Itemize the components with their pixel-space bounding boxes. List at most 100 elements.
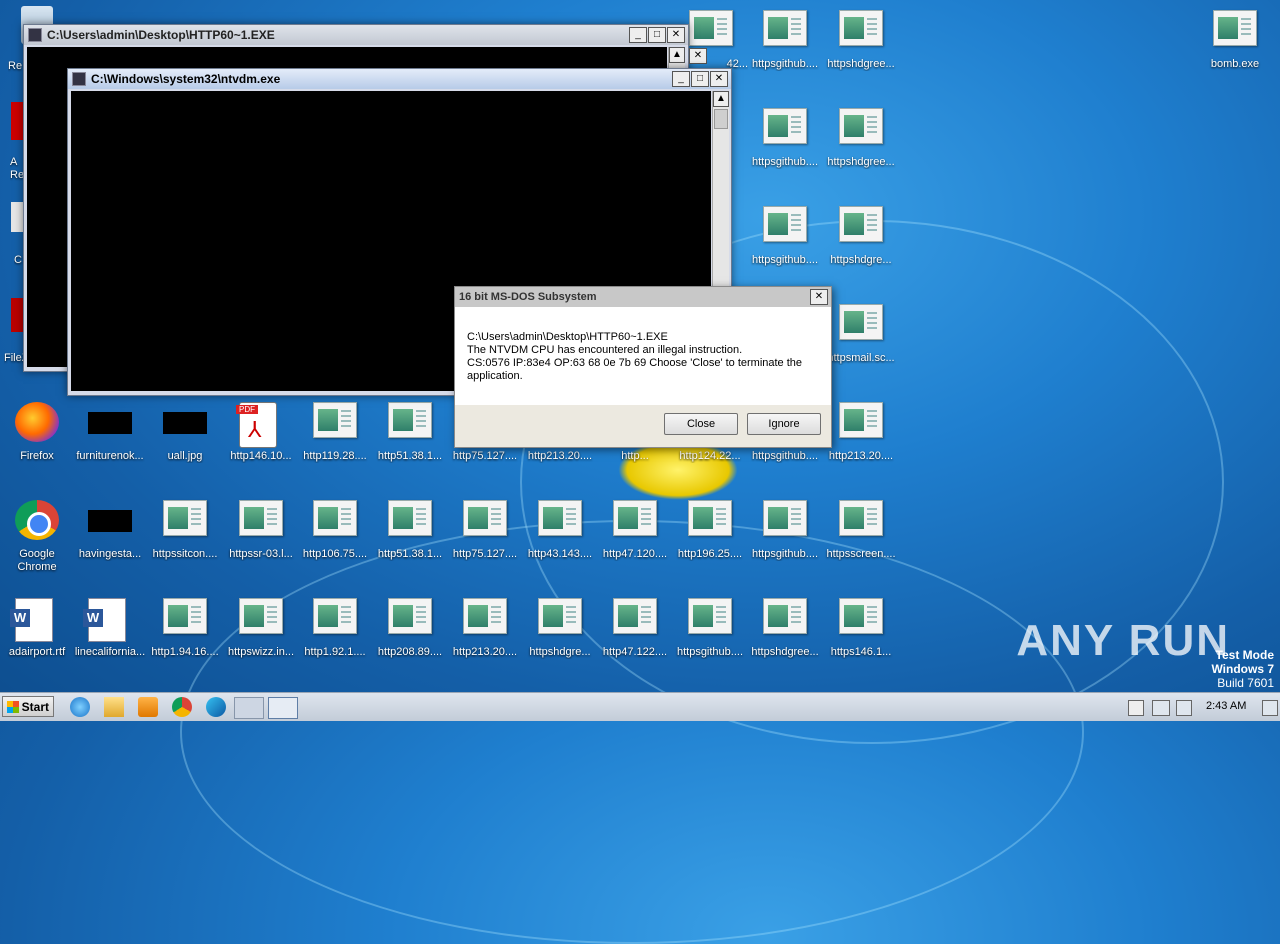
desktop-icon-html[interactable]: http1.94.16.... <box>148 596 222 680</box>
ie-icon[interactable] <box>70 697 90 717</box>
desktop-icon-html[interactable]: http47.122.... <box>598 596 672 680</box>
show-desktop-button[interactable] <box>1262 700 1278 716</box>
desktop-icon-html[interactable]: http196.25.... <box>673 498 747 582</box>
flag-icon[interactable] <box>1128 700 1144 716</box>
desktop-icon-html[interactable]: httpswizz.in... <box>224 596 298 680</box>
maximize-button[interactable]: □ <box>691 71 709 87</box>
desktop-icon-html[interactable]: http43.143.... <box>523 498 597 582</box>
desktop-icon-pdf[interactable]: PDF ⅄ http146.10... <box>224 400 298 484</box>
desktop-icon-html[interactable]: httpsgithub.... <box>748 106 822 190</box>
desktop-icon-word[interactable]: Wlinecalifornia... <box>73 596 147 680</box>
close-button[interactable]: ✕ <box>689 48 707 64</box>
window-controls: _ □ ✕ <box>629 27 685 43</box>
desktop-icon-black[interactable]: furniturenok... <box>73 400 147 484</box>
console-taskbar-icon[interactable] <box>268 697 298 719</box>
desktop-icon-html[interactable]: httpshdgre... <box>824 204 898 288</box>
desktop-icon-html[interactable]: httpssitcon.... <box>148 498 222 582</box>
html-file-icon <box>839 598 883 638</box>
start-button[interactable]: Start <box>2 696 54 717</box>
html-file-icon <box>163 598 207 638</box>
desktop-icon-black[interactable]: havingesta... <box>73 498 147 582</box>
edge-icon[interactable] <box>206 697 226 717</box>
html-file-icon <box>839 304 883 344</box>
scroll-up-button[interactable]: ▲ <box>713 91 729 107</box>
dialog-message: C:\Users\admin\Desktop\HTTP60~1.EXE The … <box>455 307 831 405</box>
taskbar: Start 2:43 AM <box>0 692 1280 721</box>
html-file-icon <box>239 500 283 540</box>
explorer-icon[interactable] <box>104 697 124 717</box>
desktop-icon-html[interactable]: httpshdgree... <box>748 596 822 680</box>
html-file-icon <box>688 500 732 540</box>
close-button[interactable]: Close <box>664 413 738 435</box>
dialog-title[interactable]: 16 bit MS-DOS Subsystem <box>455 287 831 307</box>
desktop-icon-html[interactable]: http119.28.... <box>298 400 372 484</box>
html-file-icon <box>388 598 432 638</box>
chrome-icon[interactable] <box>172 697 192 717</box>
html-file-icon <box>313 598 357 638</box>
desktop-icon-html[interactable]: httpsgithub.... <box>673 596 747 680</box>
desktop-icon-html[interactable]: httpsgithub.... <box>748 8 822 92</box>
window-titlebar[interactable]: C:\Windows\system32\ntvdm.exe <box>68 69 731 89</box>
dialog-line-path: C:\Users\admin\Desktop\HTTP60~1.EXE <box>467 331 668 343</box>
anyrun-watermark: ANY RUN <box>1016 616 1230 665</box>
desktop-icon-html[interactable]: http106.75.... <box>298 498 372 582</box>
image-file-icon <box>163 402 207 442</box>
ignore-button[interactable]: Ignore <box>747 413 821 435</box>
desktop-icon-html[interactable]: http213.20.... <box>824 400 898 484</box>
desktop-icon-html[interactable]: httpsgithub.... <box>748 498 822 582</box>
desktop-icon-html[interactable]: http213.20.... <box>448 596 522 680</box>
html-file-icon <box>839 108 883 148</box>
scroll-up-button[interactable]: ▲ <box>669 47 685 63</box>
desktop-icon-html[interactable]: http1.92.1.... <box>298 596 372 680</box>
close-button[interactable]: ✕ <box>667 27 685 43</box>
window-title: C:\Users\admin\Desktop\HTTP60~1.EXE <box>47 28 275 42</box>
desktop-icon-html[interactable]: http47.120.... <box>598 498 672 582</box>
html-file-icon <box>689 10 733 50</box>
test-mode-line: Test Mode <box>1215 648 1274 662</box>
desktop-icon-html[interactable]: httpshdgre... <box>523 596 597 680</box>
desktop-icon-html[interactable]: httpsmail.sc... <box>824 302 898 386</box>
desktop-icon-html[interactable]: http75.127.... <box>448 498 522 582</box>
html-file-icon <box>839 402 883 442</box>
desktop-icon-firefox[interactable]: Firefox <box>0 400 74 484</box>
console-icon <box>72 72 86 86</box>
desktop-icon-html[interactable]: http51.38.1... <box>373 400 447 484</box>
html-file-icon <box>763 10 807 50</box>
desktop-icon-html[interactable]: http51.38.1... <box>373 498 447 582</box>
error-dialog[interactable]: 16 bit MS-DOS Subsystem ✕ C:\Users\admin… <box>454 286 832 448</box>
scroll-thumb[interactable] <box>714 109 728 129</box>
minimize-button[interactable]: _ <box>672 71 690 87</box>
desktop-icon-black[interactable]: uall.jpg <box>148 400 222 484</box>
desktop-icon-html[interactable]: httpssr-03.l... <box>224 498 298 582</box>
desktop-icon-html[interactable]: httpsgithub.... <box>748 204 822 288</box>
maximize-button[interactable]: □ <box>648 27 666 43</box>
minimize-button[interactable]: _ <box>629 27 647 43</box>
chrome-center-icon <box>27 512 51 536</box>
media-player-icon[interactable] <box>138 697 158 717</box>
firefox-icon <box>15 402 59 442</box>
html-file-icon <box>688 598 732 638</box>
desktop-icon-chrome[interactable]: Google Chrome <box>0 498 74 582</box>
ntvdm-taskbar-icon[interactable] <box>234 697 264 719</box>
html-file-icon <box>613 598 657 638</box>
html-file-icon <box>388 500 432 540</box>
dialog-close-icon[interactable]: ✕ <box>810 289 828 305</box>
desktop-icon-adairport[interactable]: W adairport.rtf <box>0 596 74 680</box>
clock[interactable]: 2:43 AM <box>1206 700 1246 712</box>
close-button[interactable]: ✕ <box>710 71 728 87</box>
desktop-icon-html[interactable]: httpsscreen.... <box>824 498 898 582</box>
word-doc-icon: W <box>10 598 59 642</box>
desktop-icon-html[interactable]: httpshdgree... <box>824 8 898 92</box>
network-icon[interactable] <box>1152 700 1170 716</box>
desktop-icon-html[interactable]: https146.1... <box>824 596 898 680</box>
window-titlebar[interactable]: C:\Users\admin\Desktop\HTTP60~1.EXE <box>24 25 688 45</box>
window-controls: _ □ ✕ <box>672 71 728 87</box>
volume-icon[interactable] <box>1176 700 1192 716</box>
html-file-icon <box>1213 10 1257 50</box>
window-title: C:\Windows\system32\ntvdm.exe <box>91 72 281 86</box>
desktop-icon-html[interactable]: httpshdgree... <box>824 106 898 190</box>
html-file-icon <box>763 500 807 540</box>
html-file-icon <box>763 598 807 638</box>
desktop-icon-html[interactable]: http208.89.... <box>373 596 447 680</box>
desktop-icon-bomb-exe[interactable]: bomb.exe <box>1198 8 1272 92</box>
